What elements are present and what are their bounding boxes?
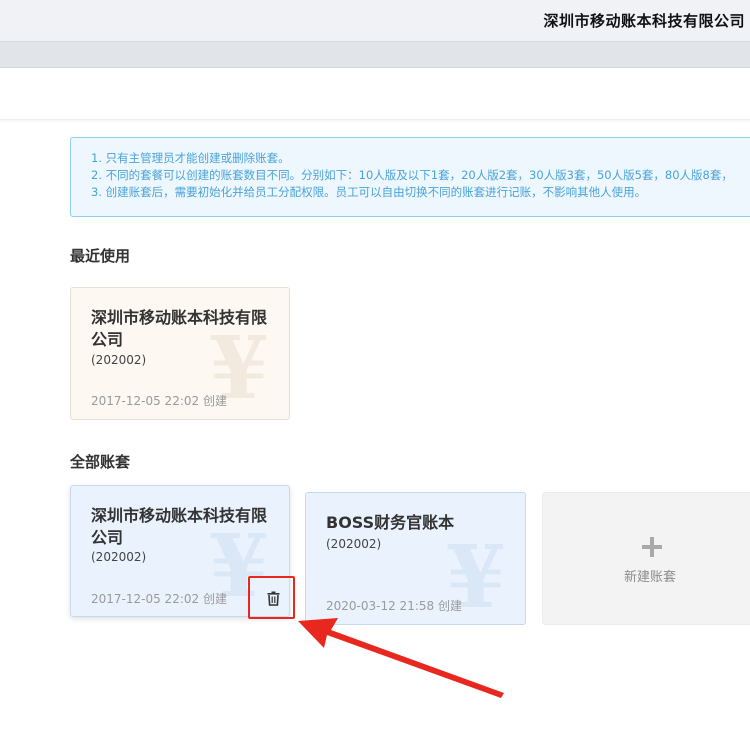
notice-line-2: 2. 不同的套餐可以创建的账套数目不同。分别如下：10人版及以下1套，20人版2… [91, 168, 733, 182]
account-set-name: BOSS财务官账本 [326, 513, 455, 532]
trash-icon [267, 591, 280, 606]
account-set-name: 深圳市移动账本科技有限公司 [91, 308, 268, 349]
delete-account-set-button[interactable] [248, 576, 295, 619]
notice-line-1: 1. 只有主管理员才能创建或删除账套。 [91, 151, 290, 165]
notice-line-3: 3. 创建账套后，需要初始化并给员工分配权限。员工可以自由切换不同的账套进行记账… [91, 185, 647, 199]
account-set-code: (202002) [91, 550, 147, 564]
new-account-set-label: 新建账套 [624, 570, 677, 585]
section-title-recent: 最近使用 [70, 247, 131, 265]
toolbar-area [0, 68, 750, 120]
account-set-code: (202002) [91, 353, 147, 367]
account-set-code: (202002) [326, 537, 382, 551]
notice-box: 1. 只有主管理员才能创建或删除账套。 2. 不同的套餐可以创建的账套数目不同。… [70, 137, 750, 217]
account-set-created-date: 2020-03-12 21:58 创建 [326, 599, 462, 613]
account-set-name: 深圳市移动账本科技有限公司 [91, 506, 268, 547]
company-title: 深圳市移动账本科技有限公司 [543, 12, 745, 30]
sub-navigation-bar [0, 42, 750, 68]
account-set-created-date: 2017-12-05 22:02 创建 [91, 592, 227, 606]
account-set-card[interactable]: ¥ BOSS财务官账本 (202002) 2020-03-12 21:58 创建 [305, 492, 526, 625]
new-account-set-button[interactable]: 新建账套 [542, 492, 750, 625]
account-set-card-recent[interactable]: ¥ 深圳市移动账本科技有限公司 (202002) 2017-12-05 22:0… [70, 287, 290, 420]
top-header: 深圳市移动账本科技有限公司 [0, 0, 750, 42]
account-set-created-date: 2017-12-05 22:02 创建 [91, 394, 227, 408]
section-title-all: 全部账套 [70, 453, 131, 471]
plus-icon [642, 537, 662, 557]
